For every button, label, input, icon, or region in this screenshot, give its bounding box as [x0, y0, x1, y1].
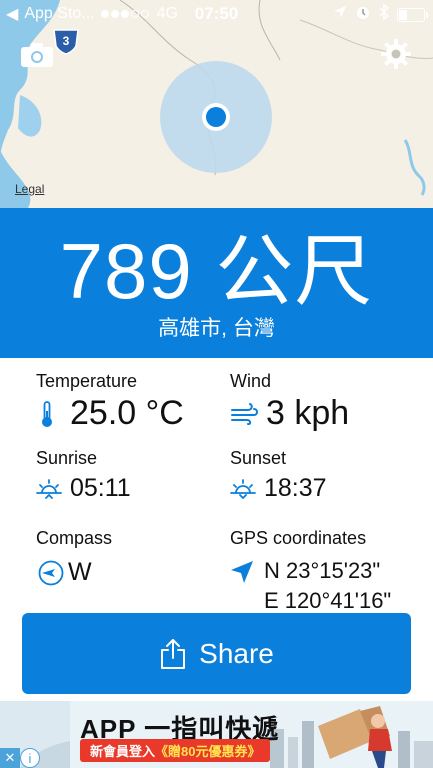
ad-banner[interactable]: APP 一指叫快遞 新會員登入《贈80元優惠券》 ✕ i — [0, 701, 433, 768]
gps-longitude: E 120°41'16" — [264, 588, 392, 613]
adchoices[interactable]: ✕ i — [0, 748, 40, 768]
alarm-icon — [355, 4, 371, 25]
altitude-value: 789 公尺 — [59, 227, 374, 315]
sunrise-value-row: 05:11 — [36, 474, 131, 503]
location-services-icon — [333, 5, 347, 24]
x-icon[interactable]: ✕ — [0, 748, 20, 768]
sunset-value: 18:37 — [264, 474, 327, 502]
status-bar: ◀ App Sto... 4G 07:50 — [0, 0, 433, 28]
share-icon — [159, 638, 187, 670]
temperature-value: 25.0 °C — [70, 394, 184, 432]
ad-promo-highlight: 《贈80元優惠券》 — [155, 744, 261, 759]
sunrise-label: Sunrise — [36, 448, 98, 468]
location-name: 高雄市, 台灣 — [158, 317, 275, 340]
sunset-icon — [230, 478, 256, 499]
compass-value-row: W — [38, 558, 92, 587]
camera-button[interactable] — [20, 42, 54, 68]
wind-icon — [230, 402, 258, 425]
share-label: Share — [199, 637, 274, 669]
route-badge: 3 — [51, 28, 81, 61]
share-button[interactable]: Share — [22, 613, 411, 694]
gps-label: GPS coordinates — [230, 528, 367, 548]
compass-label: Compass — [36, 528, 113, 548]
altitude-panel: 789 公尺 高雄市, 台灣 — [0, 208, 433, 358]
sunset-value-row: 18:37 — [230, 474, 327, 503]
battery-icon — [397, 7, 428, 22]
compass-value: W — [68, 558, 92, 586]
sunrise-value: 05:11 — [70, 474, 131, 502]
wind-label: Wind — [230, 371, 272, 391]
location-arrow-icon — [230, 560, 254, 589]
info-icon[interactable]: i — [20, 748, 40, 768]
camera-icon — [21, 43, 53, 67]
bluetooth-icon — [379, 3, 390, 25]
map-view[interactable]: 3 ◀ App Sto... 4G 07:50 Legal — [0, 0, 433, 208]
thermometer-icon — [38, 399, 56, 429]
gps-latitude: N 23°15'23" — [264, 558, 381, 583]
gear-icon — [381, 39, 411, 69]
ad-promo: 新會員登入《贈80元優惠券》 — [80, 739, 271, 762]
temperature-label: Temperature — [36, 371, 138, 391]
gps-coordinates: N 23°15'23" E 120°41'16" — [264, 556, 391, 616]
compass-icon — [38, 560, 64, 586]
wind-value: 3 kph — [266, 394, 350, 432]
legal-link[interactable]: Legal — [15, 182, 44, 196]
sunset-label: Sunset — [230, 448, 287, 468]
ad-promo-prefix: 新會員登入 — [90, 744, 156, 759]
sunrise-icon — [36, 478, 62, 499]
temperature-value-row: 25.0 °C — [38, 394, 184, 433]
settings-button[interactable] — [380, 38, 412, 70]
route-number: 3 — [63, 34, 70, 48]
wind-value-row: 3 kph — [230, 394, 349, 433]
